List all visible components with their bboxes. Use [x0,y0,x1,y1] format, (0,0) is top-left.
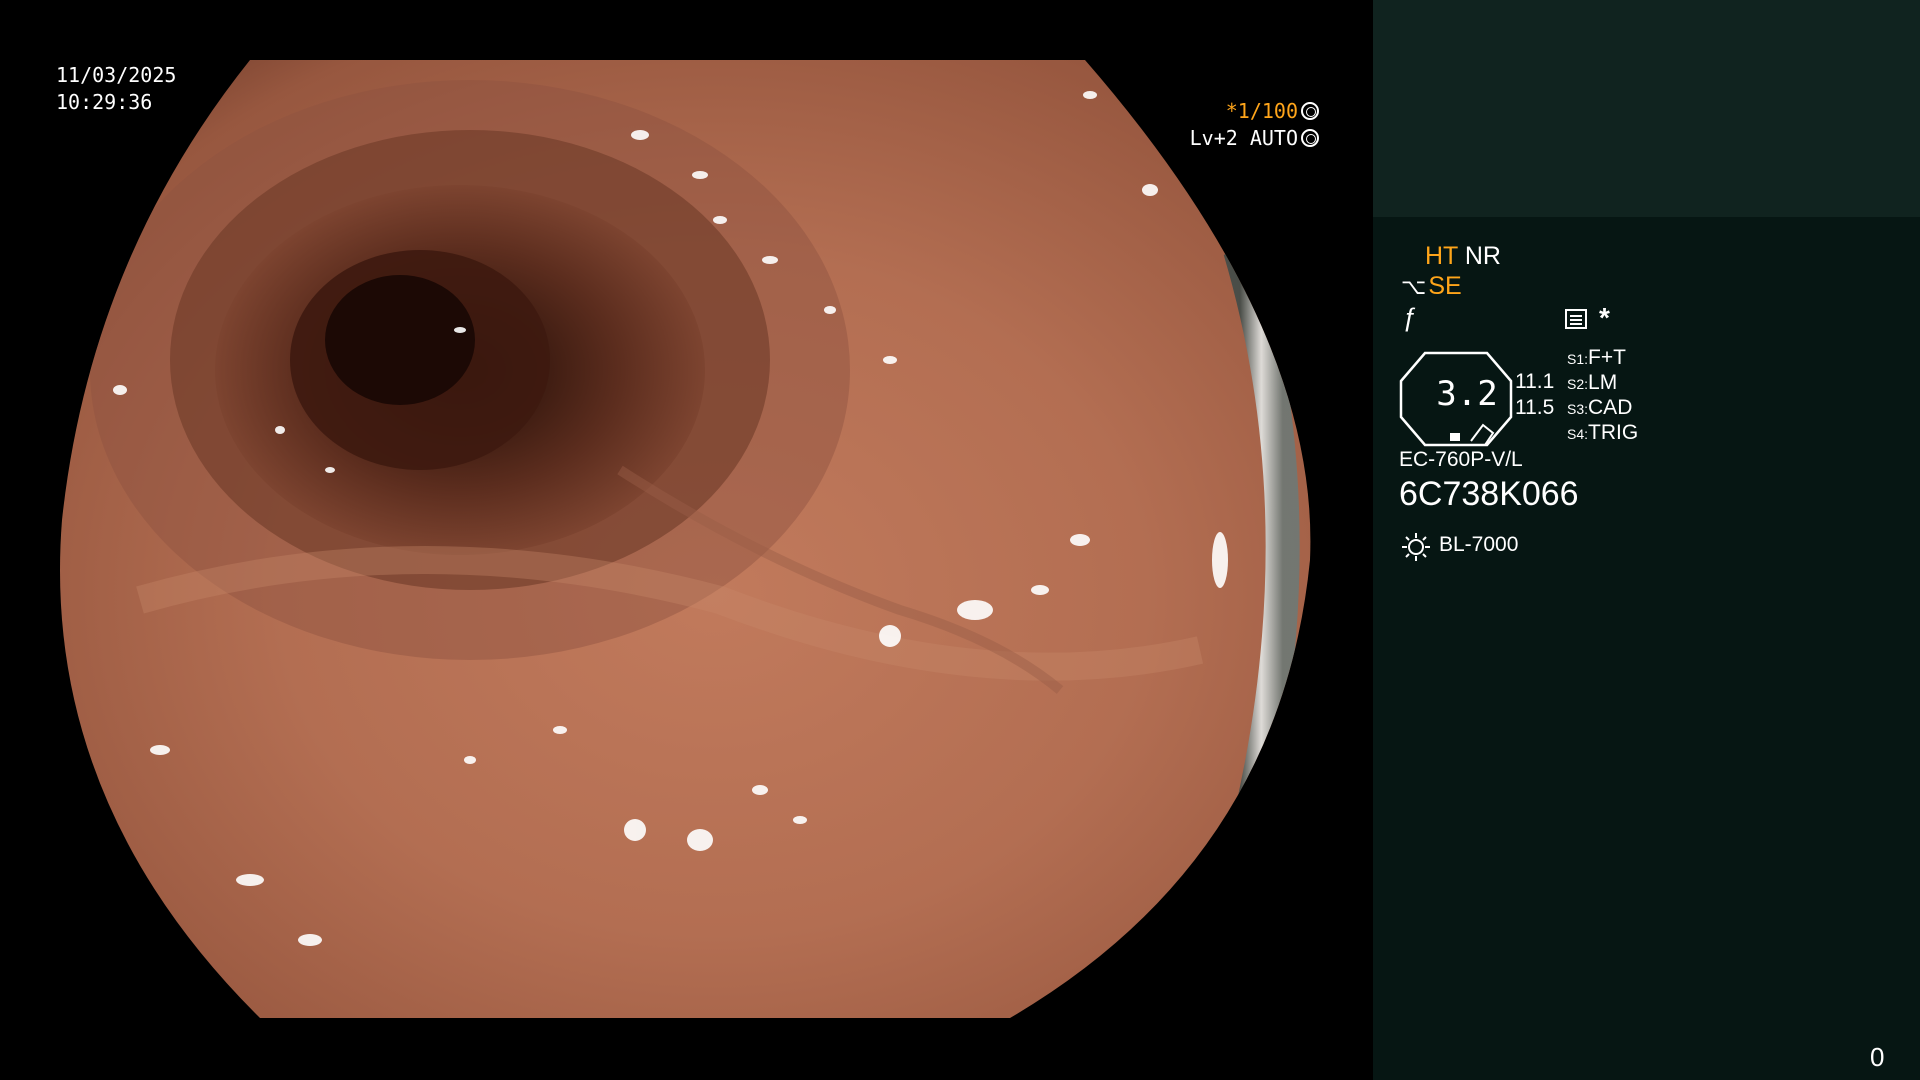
light-source-label: BL-7000 [1439,533,1519,556]
f-symbol-icon: ƒ [1403,302,1418,332]
endoscopic-image [60,60,1311,1018]
endoscope-view: 11/03/2025 10:29:36 *1/100 Lv+2 AUTO [0,0,1373,1080]
reading-value-1: 11.1 [1515,370,1555,393]
level-text: Lv+2 AUTO [1189,126,1298,150]
shutter-icon [1301,102,1319,120]
ht-nr-status: HT NR [1425,242,1501,271]
se-label: SE [1428,272,1462,300]
edge-symbol-icon: ⌥ [1401,274,1427,299]
exposure-readout: *1/100 Lv+2 AUTO [1190,98,1319,152]
time-text: 10:29:36 [56,90,153,114]
switch-1: S1:F+T [1567,346,1626,369]
date-text: 11/03/2025 [56,63,177,87]
shutter-speed-text: *1/100 [1225,99,1298,123]
nr-label: NR [1464,242,1501,270]
image-counter: 0 [1870,1042,1885,1072]
se-status: ⌥SE [1401,272,1462,301]
switch-3: S3:CAD [1567,396,1633,419]
switch-4: S4:TRIG [1567,421,1639,444]
lamp-icon [1402,533,1430,561]
scope-model: EC-760P-V/L [1399,448,1523,471]
scope-value-text: 3.2 [1436,374,1498,414]
scope-serial: 6C738K066 [1399,475,1579,513]
ht-label: HT [1425,242,1458,270]
star-marker: * [1599,302,1610,333]
level-icon [1301,129,1319,147]
reading-value-2: 11.5 [1515,396,1555,419]
switch-2: S2:LM [1567,371,1618,394]
panel-header-area [1373,0,1920,217]
date-time-readout: 11/03/2025 10:29:36 [56,62,176,116]
info-panel: HT NR ⌥SE ƒ * 3.2 11.1 11.5 S1:F+T S2:LM… [1373,0,1920,1080]
memo-icon [1565,309,1587,329]
